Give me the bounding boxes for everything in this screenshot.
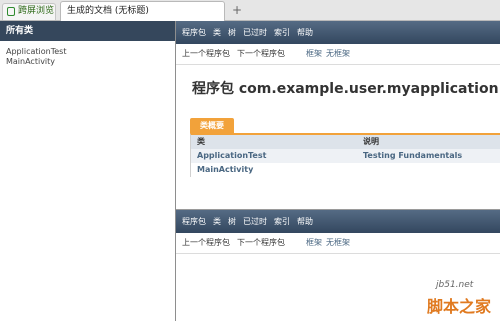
browser-tab-bar: 跨屏浏览 生成的文档 (无标题) + bbox=[0, 0, 500, 21]
frames-link[interactable]: 框架 bbox=[306, 238, 322, 247]
class-link-applicationtest[interactable]: ApplicationTest bbox=[197, 149, 266, 163]
nav-deprecated[interactable]: 已过时 bbox=[243, 217, 267, 226]
nav-help[interactable]: 帮助 bbox=[297, 217, 313, 226]
column-header-class: 类 bbox=[197, 137, 205, 146]
nav-help[interactable]: 帮助 bbox=[297, 28, 313, 37]
class-description: Testing Fundamentals bbox=[363, 151, 463, 160]
class-list: ApplicationTest MainActivity bbox=[0, 41, 175, 67]
no-frames-link[interactable]: 无框架 bbox=[326, 238, 350, 247]
nav-index[interactable]: 索引 bbox=[274, 28, 290, 37]
nav-deprecated[interactable]: 已过时 bbox=[243, 28, 267, 37]
nav-class[interactable]: 类 bbox=[213, 217, 221, 226]
page-title: 程序包 com.example.user.myapplication bbox=[192, 81, 499, 97]
tab-label: 跨屏浏览 bbox=[18, 6, 55, 16]
nav-class[interactable]: 类 bbox=[213, 28, 221, 37]
tab-cross-screen[interactable]: 跨屏浏览 bbox=[2, 3, 56, 20]
bottom-nav-bar: 程序包类树已过时 索引 帮助 bbox=[176, 210, 500, 233]
watermark-site: jb51.net bbox=[436, 280, 474, 290]
class-link-applicationtest[interactable]: ApplicationTest bbox=[6, 47, 175, 57]
top-nav-bar: 程序包类树已过时 索引 帮助 bbox=[176, 21, 500, 44]
prev-package-text: 上一个程序包 bbox=[182, 49, 230, 58]
table-header-row: 类 说明 bbox=[191, 135, 500, 149]
nav-tree[interactable]: 树 bbox=[228, 28, 236, 37]
nav-index[interactable]: 索引 bbox=[274, 217, 290, 226]
nav-package[interactable]: 程序包 bbox=[182, 217, 206, 226]
next-package-text: 下一个程序包 bbox=[237, 49, 285, 58]
all-classes-frame: 所有类 ApplicationTest MainActivity bbox=[0, 21, 176, 321]
frames-link[interactable]: 框架 bbox=[306, 49, 322, 58]
nav-tree[interactable]: 树 bbox=[228, 217, 236, 226]
bottom-sub-nav: 上一个程序包 下一个程序包 框架 无框架 bbox=[176, 233, 500, 254]
watermark-brand: 脚本之家 bbox=[427, 297, 492, 316]
class-link-mainactivity[interactable]: MainActivity bbox=[197, 163, 253, 177]
class-summary-table: 类 说明 ApplicationTest Testing Fundamental… bbox=[190, 133, 500, 177]
prev-package-text: 上一个程序包 bbox=[182, 238, 230, 247]
new-tab-button[interactable]: + bbox=[231, 3, 243, 17]
column-header-description: 说明 bbox=[363, 137, 379, 146]
class-summary-tab: 类概要 bbox=[190, 118, 234, 133]
table-row: MainActivity bbox=[191, 163, 500, 177]
tab-generated-docs[interactable]: 生成的文档 (无标题) bbox=[60, 1, 225, 21]
sub-nav: 上一个程序包 下一个程序包 框架 无框架 bbox=[176, 44, 500, 65]
no-frames-link[interactable]: 无框架 bbox=[326, 49, 350, 58]
nav-package[interactable]: 程序包 bbox=[182, 28, 206, 37]
phone-icon bbox=[7, 7, 15, 16]
class-link-mainactivity[interactable]: MainActivity bbox=[6, 57, 175, 67]
all-classes-header: 所有类 bbox=[0, 21, 175, 41]
next-package-text: 下一个程序包 bbox=[237, 238, 285, 247]
package-summary-frame: 程序包类树已过时 索引 帮助 上一个程序包 下一个程序包 框架 无框架 程序包 com.e… bbox=[176, 21, 500, 209]
table-row: ApplicationTest Testing Fundamentals bbox=[191, 149, 500, 163]
